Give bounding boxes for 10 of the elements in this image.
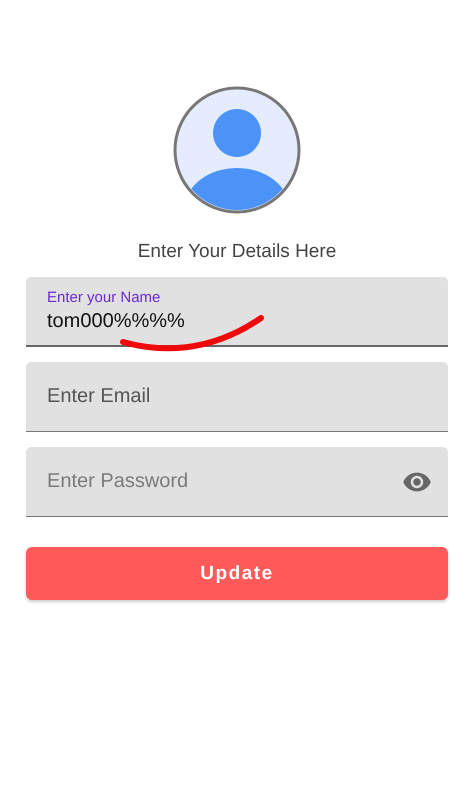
update-button[interactable]: Update [26,547,448,600]
avatar-icon [173,86,301,214]
field-value: tom000%%%% [47,310,186,333]
text-field[interactable]: Enter your Name tom000%%%% [26,277,448,347]
field-placeholder: Enter Password [47,470,190,493]
text-field[interactable]: Enter Password [26,447,448,517]
field-label: Enter your Name [47,289,162,306]
form-heading: Enter Your Details Here [138,241,336,263]
field-label: Enter Email [47,385,152,408]
text-field[interactable]: Enter Email [26,362,448,432]
